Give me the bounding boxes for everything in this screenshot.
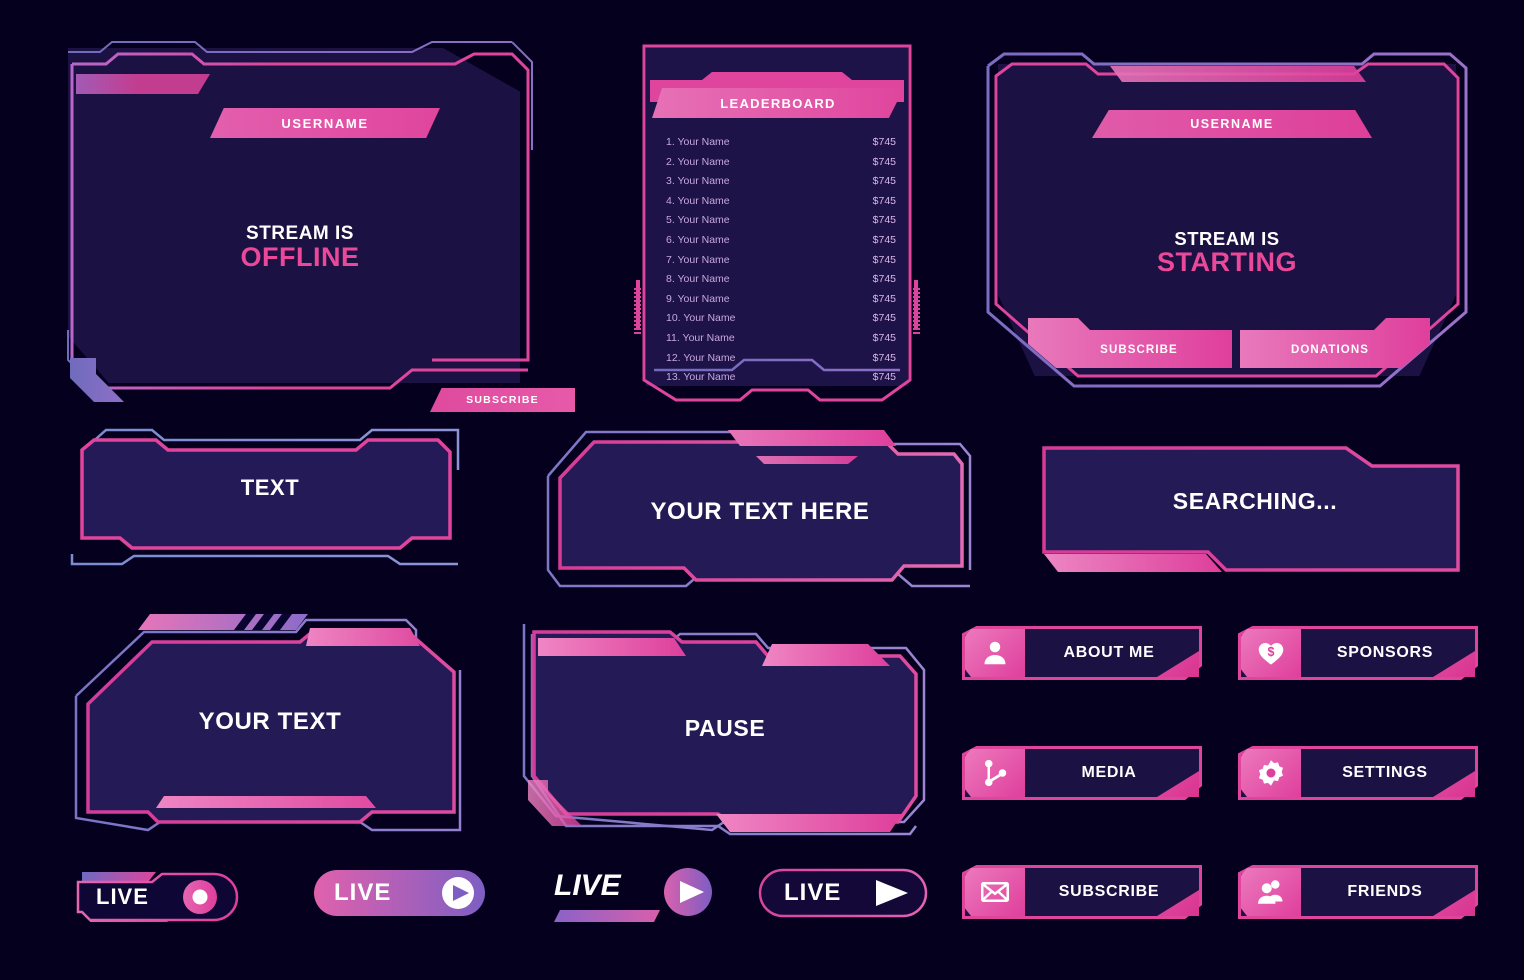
leaderboard-row-amount: $745: [872, 136, 896, 148]
leaderboard-row-name: 2. Your Name: [666, 155, 730, 168]
live-badge-1-label: LIVE: [96, 884, 149, 909]
leaderboard-row-amount: $745: [872, 194, 896, 207]
leaderboard-row: 5. Your Name $745: [666, 211, 896, 231]
leaderboard-row: 2. Your Name $745: [666, 153, 896, 173]
starting-username-badge[interactable]: USERNAME: [1092, 110, 1372, 138]
frame-searching-label: SEARCHING...: [1172, 488, 1338, 514]
starting-username-label: USERNAME: [1190, 117, 1274, 131]
leaderboard-row-name: 11. Your Name: [666, 331, 735, 344]
leaderboard-row-amount: $745: [872, 312, 896, 325]
leaderboard-row-name: 12. Your Name: [666, 351, 736, 364]
menu-button-media[interactable]: MEDIA: [962, 746, 1202, 800]
heart-dollar-icon: $: [1241, 629, 1301, 677]
leaderboard-row-name: 5. Your Name: [666, 214, 730, 227]
leaderboard-row-amount: $745: [872, 155, 896, 168]
frame-searching: SEARCHING...: [1030, 430, 1480, 590]
offline-username-label: USERNAME: [281, 115, 369, 131]
about-me-label: ABOUT ME: [1063, 644, 1155, 661]
frame-text: TEXT: [60, 420, 480, 580]
leaderboard-row-name: 9. Your Name: [666, 292, 730, 305]
live-badge-outline-dot[interactable]: LIVE: [72, 866, 252, 928]
leaderboard-title: LEADERBOARD: [652, 88, 904, 118]
gear-icon: [1241, 749, 1301, 797]
offline-status-line2: OFFLINE: [240, 242, 360, 272]
frame-your-text-label: YOUR TEXT: [198, 708, 342, 735]
leaderboard-row-name: 8. Your Name: [666, 273, 730, 286]
leaderboard-row-amount: $745: [872, 214, 896, 227]
leaderboard-row-name: 7. Your Name: [666, 253, 730, 266]
leaderboard-row-amount: $745: [872, 292, 896, 305]
offline-panel-frame: [67, 41, 533, 402]
leaderboard-row-amount: $745: [872, 371, 896, 384]
leaderboard-row-amount: $745: [872, 175, 896, 188]
live-badge-3-label: LIVE: [554, 869, 621, 902]
menu-button-settings[interactable]: SETTINGS: [1238, 746, 1478, 800]
frame-text-label: TEXT: [240, 475, 300, 500]
settings-label: SETTINGS: [1342, 764, 1428, 781]
frame-your-text-here: YOUR TEXT HERE: [540, 420, 980, 600]
live-badge-italic-play[interactable]: LIVE: [548, 866, 723, 924]
leaderboard-row: 11. Your Name $745: [666, 329, 896, 349]
frame-your-text-here-label: YOUR TEXT HERE: [650, 498, 870, 525]
leaderboard-row: 10. Your Name $745: [666, 309, 896, 329]
live-badge-pill-play[interactable]: LIVE: [312, 868, 487, 918]
stream-starting-panel: USERNAME STREAM IS STARTING SUBSCRIBE DO…: [982, 50, 1472, 390]
leaderboard-row: 8. Your Name $745: [666, 270, 896, 290]
leaderboard-left-ticks: [634, 288, 641, 336]
frame-your-text: YOUR TEXT: [60, 600, 480, 850]
leaderboard-row: 4. Your Name $745: [666, 192, 896, 212]
leaderboard-row-amount: $745: [872, 233, 896, 246]
starting-subscribe-label: SUBSCRIBE: [1100, 344, 1178, 356]
people-icon: [1241, 868, 1301, 916]
frame-pause: PAUSE: [500, 600, 950, 850]
live-badge-2-label: LIVE: [334, 879, 392, 906]
leaderboard-row-name: 10. Your Name: [666, 312, 736, 325]
stream-offline-panel: USERNAME STREAM IS OFFLINE SUBSCRIBE: [60, 30, 575, 412]
menu-button-sponsors[interactable]: $ SPONSORS: [1238, 626, 1478, 680]
leaderboard-row: 13. Your Name $745: [666, 368, 896, 388]
subscribe-label: SUBSCRIBE: [1058, 883, 1160, 900]
leaderboard-title-label: LEADERBOARD: [720, 95, 836, 111]
leaderboard-row-name: 1. Your Name: [666, 136, 730, 148]
leaderboard-right-ticks: [913, 288, 920, 336]
menu-button-about-me[interactable]: ABOUT ME: [962, 626, 1202, 680]
offline-subscribe-label: SUBSCRIBE: [466, 394, 539, 406]
leaderboard-rows: 1. Your Name $745 2. Your Name $745 3. Your …: [666, 133, 896, 388]
leaderboard-row-amount: $745: [872, 351, 896, 364]
leaderboard-row-name: 13. Your Name: [666, 371, 736, 384]
leaderboard-row-amount: $745: [872, 253, 896, 266]
menu-button-subscribe[interactable]: SUBSCRIBE: [962, 865, 1202, 919]
leaderboard-row-amount: $745: [872, 273, 896, 286]
sponsors-label: SPONSORS: [1336, 644, 1434, 661]
media-label: MEDIA: [1081, 764, 1137, 781]
offline-subscribe-button[interactable]: SUBSCRIBE: [430, 388, 575, 412]
starting-status-line2: STARTING: [1157, 247, 1297, 277]
starting-subscribe-button[interactable]: SUBSCRIBE: [1054, 332, 1224, 368]
leaderboard-row-name: 3. Your Name: [666, 175, 730, 188]
leaderboard-row: 9. Your Name $745: [666, 290, 896, 310]
leaderboard-row: 12. Your Name $745: [666, 349, 896, 369]
friends-label: FRIENDS: [1347, 883, 1423, 900]
envelope-icon: [965, 868, 1025, 916]
live-badge-4-label: LIVE: [784, 879, 842, 906]
offline-username-badge[interactable]: USERNAME: [210, 108, 440, 138]
leaderboard-row: 1. Your Name $745: [666, 133, 896, 153]
live-badge-outline-play[interactable]: LIVE: [758, 868, 928, 918]
leaderboard-panel: LEADERBOARD 1. Your Name $745 2. Your Name…: [632, 30, 922, 402]
menu-button-friends[interactable]: FRIENDS: [1238, 865, 1478, 919]
frame-pause-label: PAUSE: [684, 715, 766, 741]
starting-donations-button[interactable]: DONATIONS: [1240, 332, 1420, 368]
share-nodes-icon: [965, 749, 1025, 797]
leaderboard-row-amount: $745: [872, 331, 896, 344]
leaderboard-row: 7. Your Name $745: [666, 251, 896, 271]
leaderboard-row: 6. Your Name $745: [666, 231, 896, 251]
leaderboard-row-name: 4. Your Name: [666, 194, 730, 207]
stream-overlay-kit: USERNAME STREAM IS OFFLINE SUBSCRIBE LEA…: [0, 0, 1524, 980]
leaderboard-row-name: 6. Your Name: [666, 233, 730, 246]
starting-donations-label: DONATIONS: [1290, 344, 1370, 356]
person-icon: [965, 629, 1025, 677]
leaderboard-row: 3. Your Name $745: [666, 172, 896, 192]
svg-text:$: $: [1268, 645, 1275, 659]
